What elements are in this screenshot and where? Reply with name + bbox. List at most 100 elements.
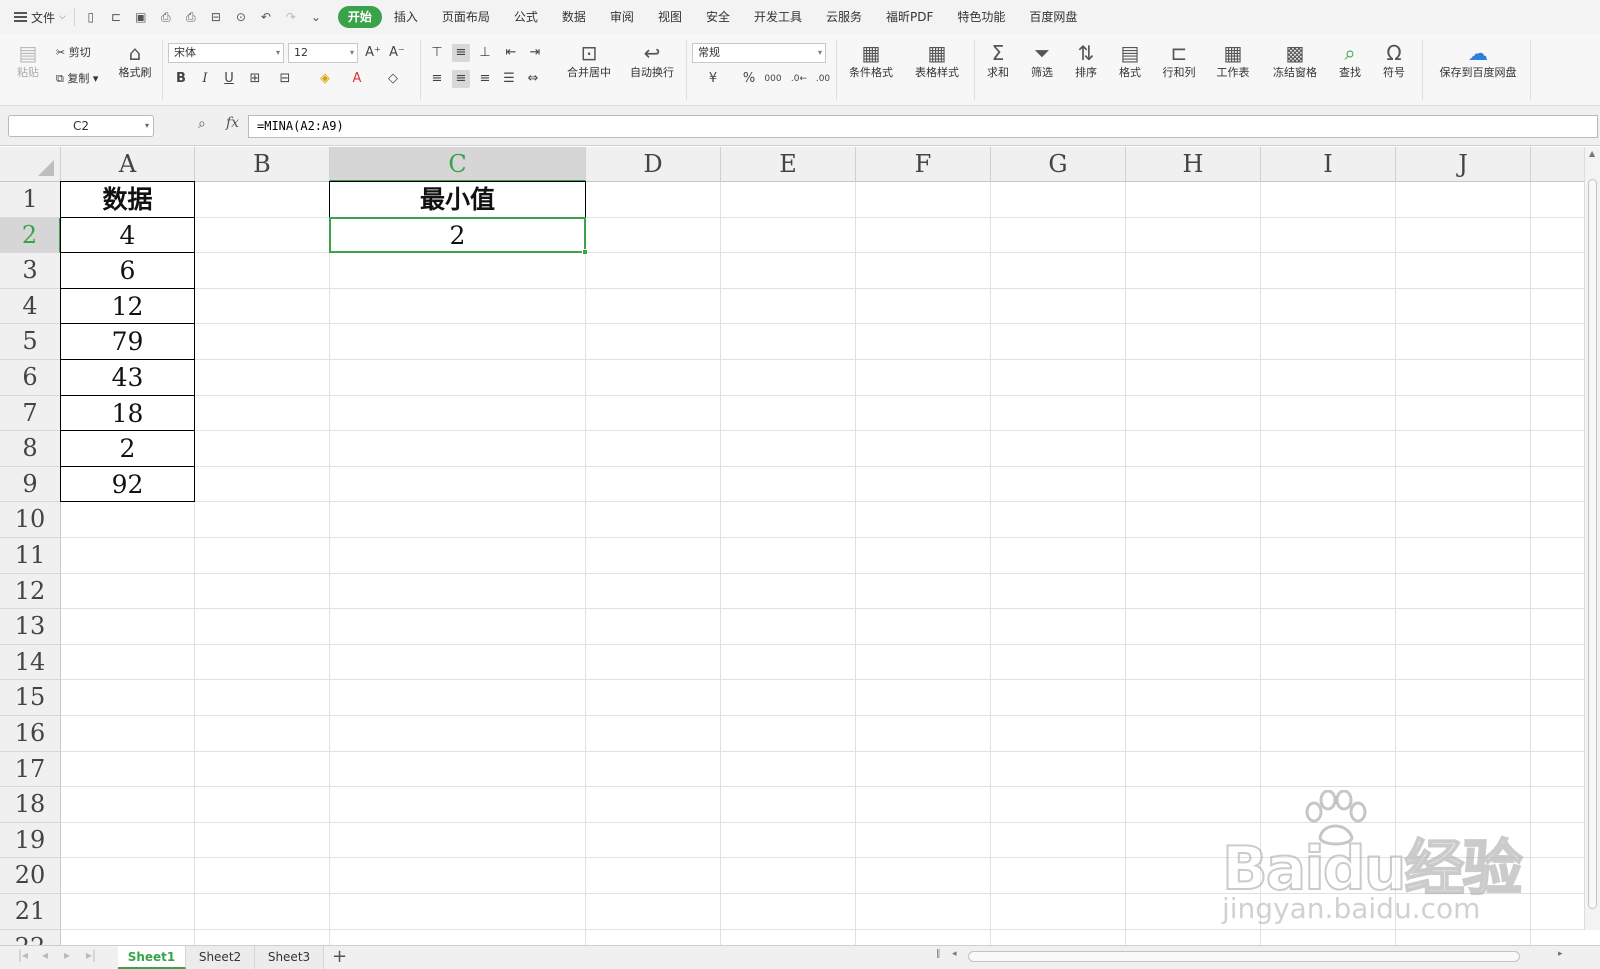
redo-icon[interactable]: ↷ (283, 10, 299, 24)
underline-icon[interactable]: U (220, 70, 238, 88)
row-header-11[interactable]: 11 (0, 538, 61, 574)
font-size-select[interactable]: 12 ▾ (288, 43, 358, 63)
filter-button[interactable]: ⏷ 筛选 (1024, 40, 1060, 80)
fill-color-icon[interactable]: ◈ (316, 70, 334, 88)
horizontal-scroll-thumb[interactable] (968, 951, 1520, 962)
export-pdf-icon[interactable]: ⎙ (158, 10, 174, 25)
prev-sheet-icon[interactable]: ◂ (42, 948, 48, 962)
font-shrink-icon[interactable]: A⁻ (388, 44, 406, 62)
save-icon[interactable]: ▣ (133, 10, 149, 24)
last-sheet-icon[interactable]: ▸| (86, 948, 96, 962)
print-icon[interactable]: ⎙ (183, 10, 199, 25)
ribbon-tab[interactable]: 云服务 (814, 6, 874, 28)
copy-button[interactable]: ⧉ 复制 ▾ (56, 70, 98, 88)
worksheet-button[interactable]: ▦ 工作表 (1210, 40, 1256, 80)
row-header-6[interactable]: 6 (0, 360, 61, 396)
cell-a9[interactable]: 92 (60, 465, 195, 503)
symbol-button[interactable]: Ω 符号 (1376, 40, 1412, 80)
cell-a6[interactable]: 43 (60, 359, 195, 396)
open-folder-icon[interactable]: ⊏ (108, 10, 124, 24)
column-header-i[interactable]: I (1261, 147, 1396, 182)
column-header-c[interactable]: C (330, 147, 586, 182)
paste-button[interactable]: ▤ 粘贴 (10, 40, 46, 80)
font-name-select[interactable]: 宋体 ▾ (168, 43, 284, 63)
ribbon-tab[interactable]: 公式 (502, 6, 550, 28)
ribbon-tab[interactable]: 福昕PDF (874, 6, 945, 28)
add-sheet-icon[interactable]: + (332, 946, 347, 968)
ribbon-tab[interactable]: 页面布局 (430, 6, 502, 28)
row-header-15[interactable]: 15 (0, 680, 61, 716)
cell-c1[interactable]: 最小值 (329, 181, 586, 218)
align-center-icon[interactable]: ≡ (452, 70, 470, 88)
cell-a1[interactable]: 数据 (60, 181, 195, 218)
rows-cols-button[interactable]: ⊏ 行和列 (1156, 40, 1202, 80)
find-doc-icon[interactable]: ⊙ (233, 10, 249, 24)
indent-icon[interactable]: ⇥ (526, 44, 544, 62)
file-menu[interactable]: 文件 ⌵ (0, 5, 74, 29)
decrease-decimal-icon[interactable]: .00 (814, 70, 832, 88)
italic-icon[interactable]: I (196, 70, 214, 88)
align-left-icon[interactable]: ≡ (428, 70, 446, 88)
scroll-up-icon[interactable]: ▲ (1589, 149, 1595, 158)
conditional-format-button[interactable]: ▦ 条件格式 (842, 40, 900, 80)
row-header-12[interactable]: 12 (0, 573, 61, 610)
ribbon-tab[interactable]: 开发工具 (742, 6, 814, 28)
column-header-e[interactable]: E (721, 147, 856, 182)
row-header-9[interactable]: 9 (0, 466, 61, 503)
sheet-tab-sheet3[interactable]: Sheet3 (255, 946, 324, 969)
select-all-corner[interactable] (0, 147, 61, 182)
fill-handle[interactable] (582, 249, 588, 256)
ribbon-tab[interactable]: 安全 (694, 6, 742, 28)
cell-a3[interactable]: 6 (60, 252, 195, 289)
row-header-19[interactable]: 19 (0, 822, 61, 859)
cell-a2[interactable]: 4 (60, 216, 195, 254)
cell-a7[interactable]: 18 (60, 394, 195, 432)
first-sheet-icon[interactable]: |◂ (18, 948, 28, 962)
increase-decimal-icon[interactable]: .0← (790, 70, 808, 88)
row-header-8[interactable]: 8 (0, 431, 61, 467)
column-header-j[interactable]: J (1396, 147, 1531, 182)
undo-icon[interactable]: ↶ (258, 10, 274, 24)
row-header-10[interactable]: 10 (0, 502, 61, 538)
font-color-icon[interactable]: A (348, 70, 366, 88)
customize-icon[interactable]: ⌄ (308, 10, 324, 24)
merge-center-button[interactable]: ⊡ 合并居中 (560, 40, 618, 80)
zoom-icon[interactable]: ⌕ (198, 116, 206, 132)
thousands-icon[interactable]: 000 (764, 70, 782, 88)
ribbon-tab[interactable]: 特色功能 (945, 6, 1017, 28)
format-painter-button[interactable]: ⌂ 格式刷 (114, 40, 156, 80)
column-header-g[interactable]: G (991, 147, 1126, 182)
row-header-5[interactable]: 5 (0, 324, 61, 360)
fx-icon[interactable]: fx (226, 115, 239, 131)
row-header-22[interactable]: 22 (0, 929, 61, 945)
currency-icon[interactable]: ¥ (704, 70, 722, 88)
sum-button[interactable]: Σ 求和 (980, 40, 1016, 80)
row-header-13[interactable]: 13 (0, 609, 61, 645)
cell-style-icon[interactable]: ⊟ (276, 70, 294, 88)
sheet-tab-sheet2[interactable]: Sheet2 (186, 946, 255, 969)
scroll-left-icon[interactable]: ◂ (952, 949, 957, 959)
bold-icon[interactable]: B (172, 70, 190, 88)
column-header-a[interactable]: A (61, 147, 195, 182)
split-handle-icon[interactable]: ‖ (936, 949, 941, 959)
vertical-scroll-thumb[interactable] (1588, 179, 1597, 909)
sort-button[interactable]: ⇅ 排序 (1068, 40, 1104, 80)
row-header-21[interactable]: 21 (0, 894, 61, 930)
column-header-f[interactable]: F (856, 147, 991, 182)
column-header-d[interactable]: D (586, 147, 721, 182)
row-header-3[interactable]: 3 (0, 253, 61, 289)
save-baidu-button[interactable]: ☁ 保存到百度网盘 (1434, 40, 1522, 80)
align-middle-icon[interactable]: ≡ (452, 44, 470, 62)
column-header-b[interactable]: B (195, 147, 330, 182)
percent-icon[interactable]: % (740, 70, 758, 88)
distributed-icon[interactable]: ⇔ (524, 70, 542, 88)
ribbon-tab[interactable]: 审阅 (598, 6, 646, 28)
row-header-7[interactable]: 7 (0, 395, 61, 432)
freeze-panes-button[interactable]: ▩ 冻结窗格 (1266, 40, 1324, 80)
number-format-select[interactable]: 常规 ▾ (692, 43, 826, 63)
borders-icon[interactable]: ⊞ (246, 70, 264, 88)
justify-icon[interactable]: ☰ (500, 70, 518, 88)
name-box[interactable]: C2 ▾ (8, 115, 154, 137)
row-header-1[interactable]: 1 (0, 182, 61, 218)
cell-a8[interactable]: 2 (60, 430, 195, 467)
